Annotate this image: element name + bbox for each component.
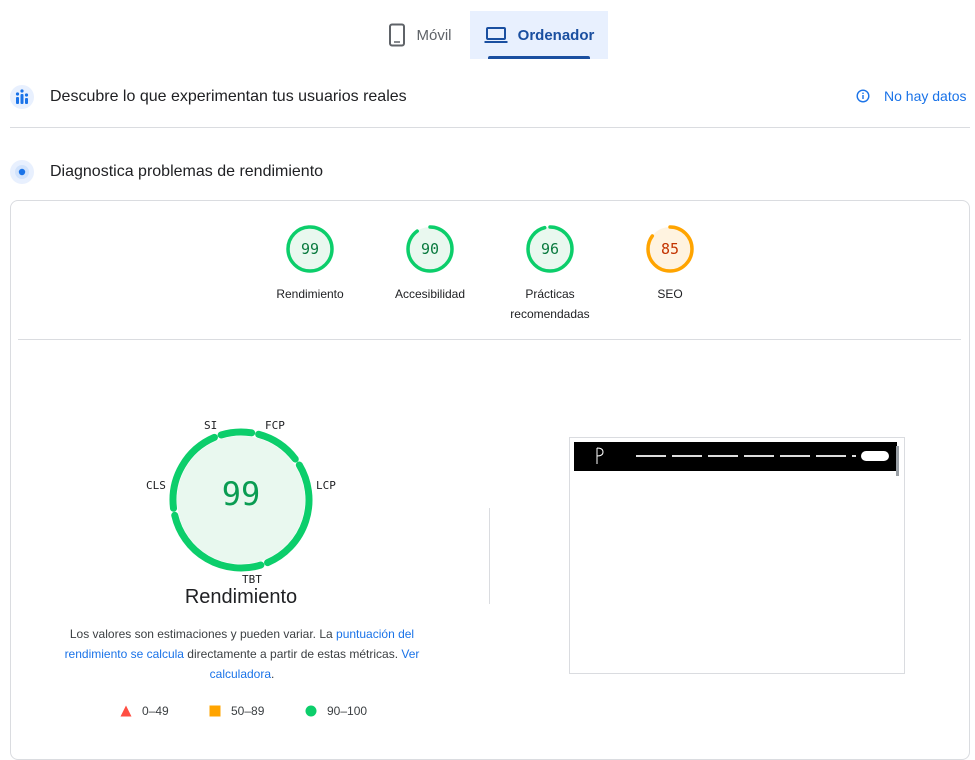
tab-desktop-label: Ordenador — [517, 26, 595, 44]
note-text: Los valores son estimaciones y pueden va… — [69, 627, 337, 641]
thumbnail-site-header — [574, 442, 897, 471]
category-label: Accesibilidad — [394, 287, 466, 301]
category-label: SEO — [657, 287, 683, 301]
metric-cls-label[interactable]: CLS — [146, 479, 166, 492]
category-label: Rendimiento — [276, 287, 344, 301]
lab-data-title: Diagnostica problemas de rendimiento — [50, 163, 324, 180]
legend-fail: 0–49 — [120, 704, 169, 718]
note-text: directamente a partir de estas métricas. — [183, 647, 402, 661]
tab-desktop[interactable]: Ordenador — [470, 11, 608, 59]
performance-title: Rendimiento — [184, 586, 298, 608]
page-screenshot-thumbnail[interactable] — [569, 437, 905, 674]
site-nav-lines — [636, 455, 856, 457]
gauge-score: 85 — [660, 240, 680, 258]
tab-mobile-label: Móvil — [416, 26, 452, 44]
field-data-title: Descubre lo que experimentan tus usuario… — [50, 88, 407, 105]
no-data-status[interactable]: No hay datos — [856, 88, 967, 104]
thumbnail-scrollbar — [896, 446, 899, 476]
legend-pass: 90–100 — [305, 704, 367, 718]
laptop-icon — [484, 27, 508, 43]
section-divider — [10, 127, 970, 128]
info-icon — [856, 89, 870, 103]
gauge-score: 90 — [420, 240, 440, 258]
legend-pass-label: 90–100 — [327, 704, 368, 718]
tab-mobile[interactable]: Móvil — [372, 11, 468, 59]
circle-icon — [305, 705, 317, 717]
gauge-score: 96 — [540, 240, 560, 258]
legend-average-label: 50–89 — [231, 704, 265, 718]
category-label: Prácticas recomendadas — [510, 287, 590, 321]
legend-fail-label: 0–49 — [142, 704, 169, 718]
metric-segment — [217, 428, 256, 439]
category-gauge[interactable]: 85 — [646, 225, 694, 273]
site-logo-image — [596, 447, 604, 464]
diagnostics-icon — [10, 160, 34, 184]
note-text: . — [271, 667, 275, 681]
gauge-score: 99 — [300, 240, 320, 258]
users-chart-icon — [10, 85, 34, 109]
legend-average: 50–89 — [209, 704, 264, 718]
category-gauge[interactable]: 90 — [406, 225, 454, 273]
no-data-label: No hay datos — [884, 88, 967, 104]
card-divider — [18, 339, 961, 340]
vertical-divider — [489, 508, 490, 604]
performance-score: 99 — [221, 475, 261, 513]
performance-note: Los valores son estimaciones y pueden va… — [60, 624, 424, 684]
metric-fcp-label[interactable]: FCP — [265, 419, 285, 432]
square-icon — [209, 705, 221, 717]
metric-tbt-label[interactable]: TBT — [242, 573, 262, 586]
metric-lcp-label[interactable]: LCP — [316, 479, 336, 492]
tab-selected-indicator — [488, 56, 590, 59]
site-cta-pill — [861, 451, 889, 461]
category-gauge[interactable]: 96 — [526, 225, 574, 273]
triangle-icon — [120, 705, 132, 717]
category-gauge[interactable]: 99 — [286, 225, 334, 273]
metric-si-label[interactable]: SI — [204, 419, 217, 432]
phone-icon — [389, 23, 406, 47]
